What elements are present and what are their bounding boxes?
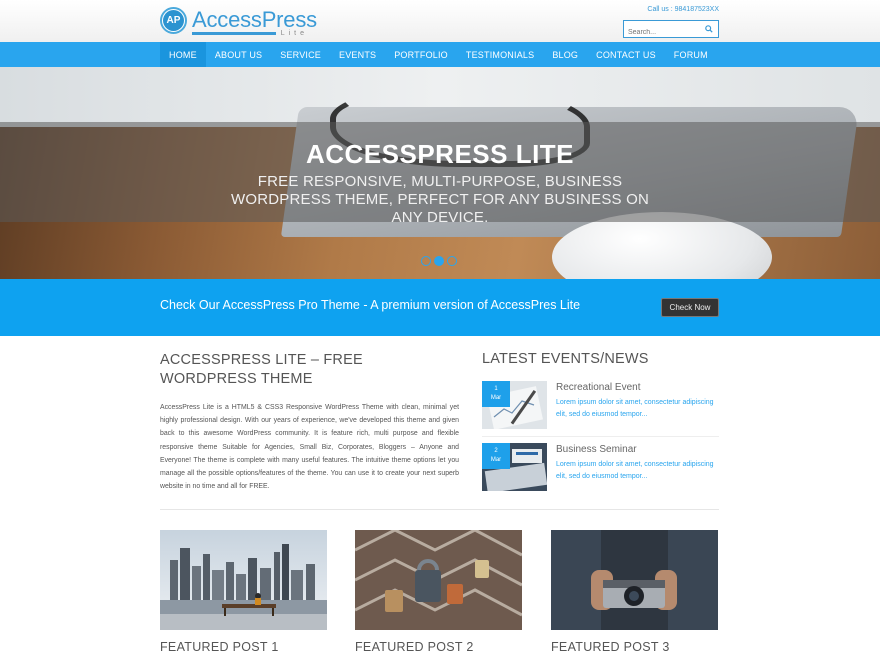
slider-pager xyxy=(421,256,457,266)
featured-image[interactable] xyxy=(551,530,718,630)
featured-title[interactable]: FEATURED POST 2 xyxy=(355,640,474,654)
events-title: LATEST EVENTS/NEWS xyxy=(482,351,649,367)
featured-post[interactable]: FEATURED POST 3 xyxy=(551,530,718,654)
call-us-text: Call us : 984187523XX xyxy=(647,6,719,13)
logo-badge-text: AP xyxy=(163,9,184,31)
event-divider xyxy=(482,436,719,437)
check-now-button[interactable]: Check Now xyxy=(661,298,719,317)
event-item[interactable]: 2 Mar Business Seminar Lorem ipsum dolor… xyxy=(482,443,719,493)
nav-item-testimonials[interactable]: TESTIMONIALS xyxy=(457,42,543,67)
event-item[interactable]: 1 Mar Recreational Event Lorem ipsum dol… xyxy=(482,381,719,431)
promo-text: Check Our AccessPress Pro Theme - A prem… xyxy=(160,298,581,312)
nav-item-home[interactable]: HOME xyxy=(160,42,206,67)
logo-badge: AP xyxy=(160,6,187,34)
featured-image[interactable] xyxy=(160,530,327,630)
site-logo[interactable]: AP AccessPress Lite xyxy=(160,5,317,37)
event-day: 1 xyxy=(494,386,498,392)
event-date-badge: 1 Mar xyxy=(482,381,510,407)
main-nav: HOME ABOUT US SERVICE EVENTS PORTFOLIO TESTIM… xyxy=(0,42,880,67)
nav-item-service[interactable]: SERVICE xyxy=(271,42,330,67)
nav-item-contact-us[interactable]: CONTACT US xyxy=(587,42,665,67)
hero-caption: FREE RESPONSIVE, MULTI-PURPOSE, BUSINESS… xyxy=(230,173,650,226)
promo-bar: Check Our AccessPress Pro Theme - A prem… xyxy=(0,279,880,336)
featured-image[interactable] xyxy=(355,530,522,630)
camera-hands-image xyxy=(551,530,718,630)
about-title[interactable]: ACCESSPRESS LITE – FREE WORDPRESS THEME xyxy=(160,351,460,389)
nav-list: HOME ABOUT US SERVICE EVENTS PORTFOLIO TESTIM… xyxy=(160,42,717,67)
featured-title[interactable]: FEATURED POST 1 xyxy=(160,640,279,654)
event-month: Mar xyxy=(490,395,502,401)
logo-name: AccessPress xyxy=(192,7,317,32)
event-date-badge: 2 Mar xyxy=(482,443,510,469)
nav-item-forum[interactable]: FORUM xyxy=(665,42,717,67)
slider-dot[interactable] xyxy=(434,256,444,266)
nav-item-blog[interactable]: BLOG xyxy=(543,42,587,67)
event-day: 2 xyxy=(494,448,498,454)
search-box xyxy=(623,20,719,41)
nav-item-events[interactable]: EVENTS xyxy=(330,42,385,67)
featured-post[interactable]: FEATURED POST 1 xyxy=(160,530,327,654)
event-month: Mar xyxy=(490,457,502,463)
city-skyline-image xyxy=(160,530,327,630)
slider-dot[interactable] xyxy=(421,256,431,266)
site-header: AP AccessPress Lite Call us : 984187523X… xyxy=(0,0,880,42)
search-icon[interactable] xyxy=(705,25,713,33)
logo-text: AccessPress Lite xyxy=(192,7,317,37)
event-thumbnail[interactable]: 1 Mar xyxy=(482,381,547,429)
logo-sub: Lite xyxy=(192,30,308,37)
logo-sub-text: Lite xyxy=(280,30,308,37)
about-body: AccessPress Lite is a HTML5 & CSS3 Respo… xyxy=(160,404,459,491)
event-thumbnail[interactable]: 2 Mar xyxy=(482,443,547,491)
featured-title[interactable]: FEATURED POST 3 xyxy=(551,640,670,654)
padlocks-image xyxy=(355,530,522,630)
search-input[interactable] xyxy=(624,24,702,41)
slider-dot[interactable] xyxy=(447,256,457,266)
hero-title: ACCESSPRESS LITE xyxy=(305,139,575,169)
event-title[interactable]: Business Seminar xyxy=(556,444,637,455)
nav-item-portfolio[interactable]: PORTFOLIO xyxy=(385,42,457,67)
event-description: Lorem ipsum dolor sit amet, consectetur … xyxy=(556,461,714,480)
hero-slider: ACCESSPRESS LITE FREE RESPONSIVE, MULTI-… xyxy=(0,67,880,279)
nav-item-about-us[interactable]: ABOUT US xyxy=(206,42,271,67)
logo-bar xyxy=(192,32,276,35)
event-description: Lorem ipsum dolor sit amet, consectetur … xyxy=(556,399,714,418)
event-title[interactable]: Recreational Event xyxy=(556,382,641,393)
section-divider xyxy=(160,509,719,510)
featured-post[interactable]: FEATURED POST 2 xyxy=(355,530,522,654)
